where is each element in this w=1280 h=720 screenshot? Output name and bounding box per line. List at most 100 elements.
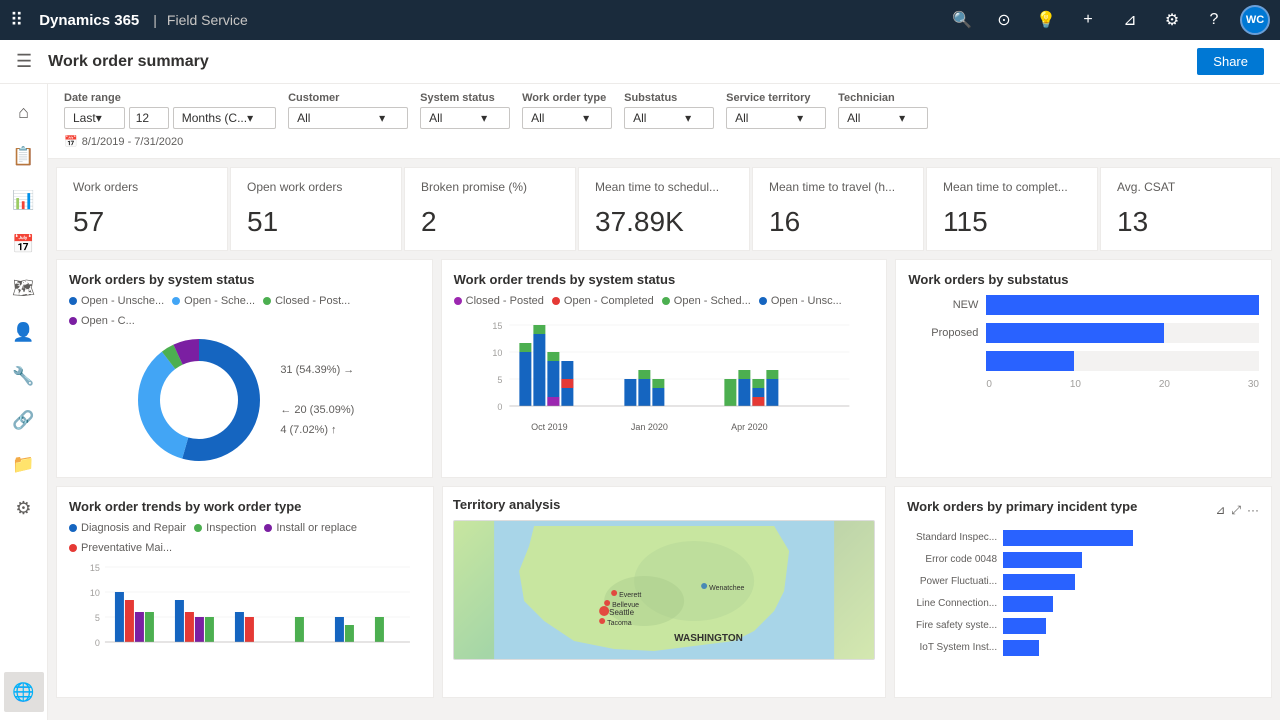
charts-row-2: Work order trends by work order type Dia…: [48, 482, 1280, 706]
kpi-value-3: 37.89K: [595, 206, 733, 238]
incident-row-1: Standard Inspec...: [907, 530, 1259, 546]
customer-filter: Customer All▾: [288, 92, 408, 129]
substatus-x-axis: 0102030: [908, 379, 1259, 390]
trend-by-status-chart: Work order trends by system status Close…: [441, 259, 888, 478]
svg-text:10: 10: [90, 588, 100, 598]
kpi-card-1: Open work orders 51: [230, 167, 402, 251]
work-order-type-select[interactable]: All▾: [522, 107, 612, 129]
gear-icon[interactable]: ⚙: [1156, 4, 1188, 36]
kpi-card-4: Mean time to travel (h... 16: [752, 167, 924, 251]
trend-bar-svg: 15 10 5 0: [454, 315, 875, 445]
main-content: Date range Last▾ Months (C...▾ Customer: [48, 84, 1280, 720]
map-svg: Seattle Everett Tacoma Bellevue Wenatche…: [454, 521, 874, 660]
search-icon[interactable]: 🔍: [946, 4, 978, 36]
hamburger-icon[interactable]: ☰: [16, 51, 32, 72]
expand-icon-incident[interactable]: ⤢: [1231, 503, 1241, 518]
lightbulb-icon[interactable]: 💡: [1030, 4, 1062, 36]
kpi-value-6: 13: [1117, 206, 1255, 238]
service-territory-label: Service territory: [726, 92, 826, 104]
kpi-value-0: 57: [73, 206, 211, 238]
incident-row-4: Line Connection...: [907, 596, 1259, 612]
substatus-label: Substatus: [624, 92, 714, 104]
date-range-type-select[interactable]: Last▾: [64, 107, 125, 129]
incident-type-chart: Work orders by primary incident type ⊿ ⤢…: [894, 486, 1272, 698]
more-icon-incident[interactable]: ···: [1247, 503, 1259, 518]
date-range-label: Date range: [64, 92, 276, 104]
technician-select[interactable]: All▾: [838, 107, 928, 129]
substatus-filter: Substatus All▾: [624, 92, 714, 129]
system-status-chart: Work orders by system status Open - Unsc…: [56, 259, 433, 478]
service-territory-filter: Service territory All▾: [726, 92, 826, 129]
settings-circle-icon[interactable]: ⊙: [988, 4, 1020, 36]
svg-text:Wenatchee: Wenatchee: [709, 585, 744, 592]
date-range-value-input[interactable]: [129, 107, 169, 129]
filter-bar: Date range Last▾ Months (C...▾ Customer: [48, 84, 1280, 159]
svg-text:0: 0: [497, 402, 502, 412]
incident-bar-container: Standard Inspec... Error code 0048 Power…: [907, 530, 1259, 656]
kpi-label-1: Open work orders: [247, 180, 385, 196]
sidebar-home-icon[interactable]: ⌂: [4, 92, 44, 132]
sidebar-calendar-icon[interactable]: 📅: [4, 224, 44, 264]
sidebar-nav1-icon[interactable]: 📋: [4, 136, 44, 176]
trend-type-chart-title: Work order trends by work order type: [69, 499, 421, 514]
system-status-legend: Open - Unsche... Open - Sche... Closed -…: [69, 295, 420, 327]
substatus-bar-row-proposed: Proposed: [908, 323, 1259, 343]
work-order-type-filter: Work order type All▾: [522, 92, 612, 129]
substatus-bar-row-3: [908, 351, 1259, 371]
sidebar-link-icon[interactable]: 🔗: [4, 400, 44, 440]
avatar[interactable]: WC: [1240, 5, 1270, 35]
svg-text:WASHINGTON: WASHINGTON: [674, 633, 743, 644]
incident-chart-title: Work orders by primary incident type: [907, 499, 1137, 514]
incident-row-6: IoT System Inst...: [907, 640, 1259, 656]
kpi-label-6: Avg. CSAT: [1117, 180, 1255, 196]
kpi-card-2: Broken promise (%) 2: [404, 167, 576, 251]
date-range-info: 📅 8/1/2019 - 7/31/2020: [64, 135, 1264, 148]
kpi-value-4: 16: [769, 206, 907, 238]
add-icon[interactable]: +: [1072, 4, 1104, 36]
sidebar-person-icon[interactable]: 👤: [4, 312, 44, 352]
charts-row-1: Work orders by system status Open - Unsc…: [48, 255, 1280, 482]
service-territory-select[interactable]: All▾: [726, 107, 826, 129]
filter-icon-incident[interactable]: ⊿: [1215, 503, 1225, 518]
customer-label: Customer: [288, 92, 408, 104]
customer-select[interactable]: All▾: [288, 107, 408, 129]
kpi-label-5: Mean time to complet...: [943, 180, 1081, 196]
territory-title: Territory analysis: [453, 497, 875, 512]
kpi-card-6: Avg. CSAT 13: [1100, 167, 1272, 251]
kpi-label-3: Mean time to schedul...: [595, 180, 733, 196]
trend-legend: Closed - Posted Open - Completed Open - …: [454, 295, 875, 307]
substatus-bar-container: NEW Proposed: [908, 295, 1259, 371]
trend-type-svg: 15 10 5 0: [69, 562, 421, 682]
share-button[interactable]: Share: [1197, 48, 1264, 75]
svg-text:Jan 2020: Jan 2020: [630, 422, 667, 432]
svg-text:15: 15: [90, 563, 100, 573]
svg-text:5: 5: [95, 613, 100, 623]
kpi-value-2: 2: [421, 206, 559, 238]
kpi-label-4: Mean time to travel (h...: [769, 180, 907, 196]
system-status-select[interactable]: All▾: [420, 107, 510, 129]
trend-chart-title: Work order trends by system status: [454, 272, 875, 287]
svg-text:15: 15: [492, 321, 502, 331]
svg-text:Seattle: Seattle: [609, 608, 634, 617]
date-range-unit-select[interactable]: Months (C...▾: [173, 107, 276, 129]
kpi-label-0: Work orders: [73, 180, 211, 196]
help-icon[interactable]: ?: [1198, 4, 1230, 36]
top-navigation: ⠿ Dynamics 365 | Field Service 🔍 ⊙ 💡 + ⊿…: [0, 0, 1280, 40]
date-range-filter: Date range Last▾ Months (C...▾: [64, 92, 276, 129]
filter-icon[interactable]: ⊿: [1114, 4, 1146, 36]
system-status-label: System status: [420, 92, 510, 104]
sidebar: ⌂ 📋 📊 📅 🗺 👤 🔧 🔗 📁 ⚙ 🌐: [0, 84, 48, 720]
system-status-chart-title: Work orders by system status: [69, 272, 420, 287]
svg-text:10: 10: [492, 348, 502, 358]
waffle-icon[interactable]: ⠿: [10, 10, 23, 31]
svg-text:0: 0: [95, 638, 100, 648]
svg-text:Oct 2019: Oct 2019: [531, 422, 568, 432]
sidebar-active-icon[interactable]: 🌐: [4, 672, 44, 712]
kpi-card-0: Work orders 57: [56, 167, 228, 251]
sidebar-settings2-icon[interactable]: ⚙: [4, 488, 44, 528]
sidebar-chart-icon[interactable]: 📊: [4, 180, 44, 220]
sidebar-wrench-icon[interactable]: 🔧: [4, 356, 44, 396]
sidebar-folder-icon[interactable]: 📁: [4, 444, 44, 484]
substatus-select[interactable]: All▾: [624, 107, 714, 129]
sidebar-map-icon[interactable]: 🗺: [4, 268, 44, 308]
